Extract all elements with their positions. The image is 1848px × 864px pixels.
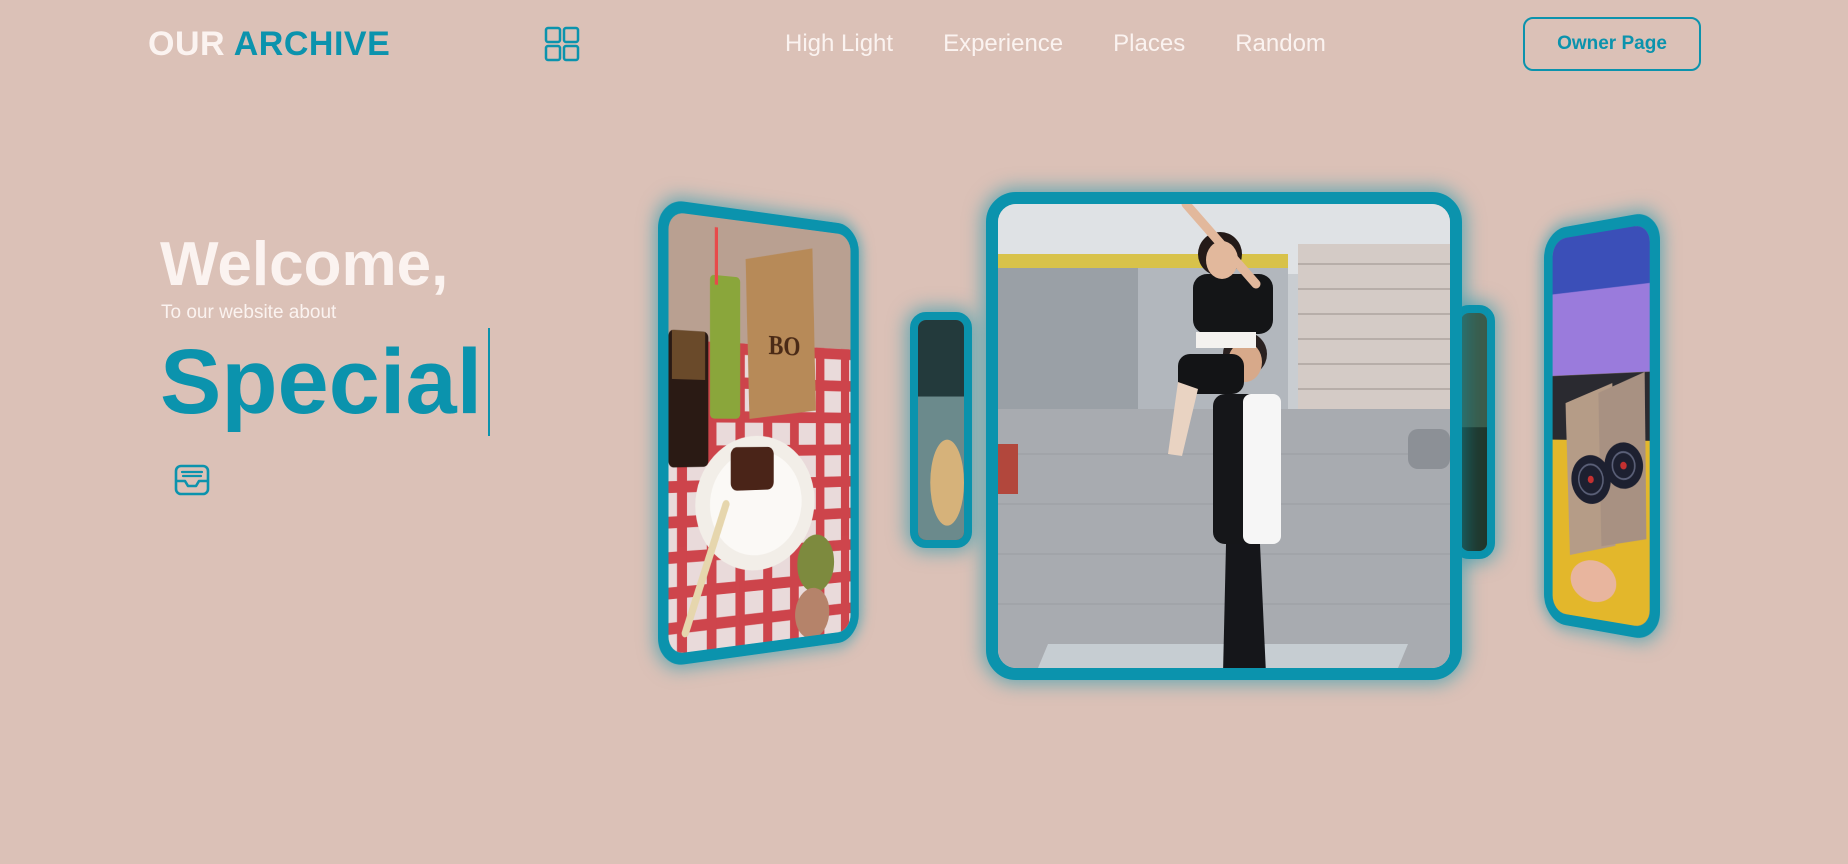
- top-navbar: OUR ARCHIVE High Light Experience Places…: [0, 0, 1848, 90]
- carousel-card-back-left[interactable]: [910, 312, 972, 548]
- typed-word: Special: [160, 327, 491, 437]
- inbox-icon[interactable]: [171, 459, 213, 501]
- hero-subtitle: To our website about: [161, 302, 337, 323]
- couple-photo: [998, 204, 1450, 668]
- carousel-card-cafe[interactable]: BO: [658, 198, 859, 668]
- shooting-target-photo: [1552, 223, 1650, 629]
- cafe-bag-text: BO: [768, 330, 800, 362]
- logo-word-archive: ARCHIVE: [233, 25, 391, 63]
- nav-link-high-light[interactable]: High Light: [785, 26, 893, 62]
- site-logo[interactable]: OUR ARCHIVE: [148, 24, 390, 64]
- grid-view-icon[interactable]: [544, 26, 580, 62]
- photo-carousel: BO: [640, 180, 1700, 700]
- nav-link-experience[interactable]: Experience: [943, 26, 1063, 62]
- typed-word-text: Special: [160, 331, 483, 433]
- carousel-card-shooting-range[interactable]: [1544, 210, 1660, 642]
- welcome-heading: Welcome,: [160, 230, 449, 299]
- typing-caret: [488, 328, 491, 436]
- cafe-table-photo: BO: [668, 211, 851, 655]
- nav-link-places[interactable]: Places: [1113, 26, 1185, 62]
- nav-link-random[interactable]: Random: [1235, 26, 1326, 62]
- logo-word-our: OUR: [148, 25, 226, 63]
- hero-section: Welcome, To our website about Special: [160, 222, 590, 436]
- greenery-photo-partial: [1461, 313, 1487, 551]
- food-photo-partial: [918, 320, 964, 540]
- owner-page-button[interactable]: Owner Page: [1523, 17, 1701, 71]
- carousel-card-couple[interactable]: [986, 192, 1462, 680]
- main-nav: High Light Experience Places Random: [785, 26, 1326, 62]
